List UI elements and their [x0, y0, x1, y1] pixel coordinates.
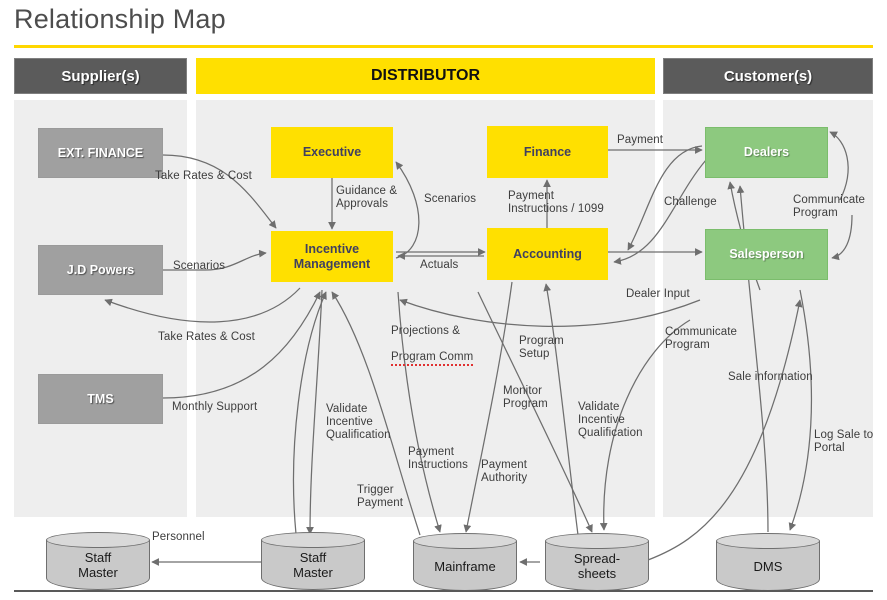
edge-label-monthly-support: Monthly Support	[172, 401, 258, 413]
node-tms[interactable]: TMS	[38, 374, 163, 424]
edge-label-payment-instructions-1099: Payment Instructions / 1099	[508, 190, 604, 215]
node-salesperson-label: Salesperson	[729, 247, 804, 262]
edge-label-communicate-program-top: Communicate Program	[793, 194, 866, 219]
column-header-supplier-label: Supplier(s)	[61, 67, 140, 85]
edge-label-projections-line2: Program Comm	[391, 351, 474, 366]
edge-label-payment-authority: Payment Authority	[481, 459, 528, 484]
datastore-mainframe-label: Mainframe	[434, 558, 496, 574]
node-accounting-label: Accounting	[513, 246, 582, 261]
node-dealers-label: Dealers	[743, 145, 790, 160]
edge-label-scenarios-exec: Scenarios	[424, 193, 477, 205]
node-dealers[interactable]: Dealers	[705, 127, 828, 178]
edge-label-challenge: Challenge	[664, 196, 717, 208]
datastore-dms-label: DMS	[753, 558, 783, 574]
edge-label-projections-line1: Projections &	[391, 324, 461, 337]
edge-label-take-rates-cost-bottom: Take Rates & Cost	[158, 331, 255, 343]
column-header-distributor: DISTRIBUTOR	[196, 58, 655, 94]
edge-label-projections-program-comm: Projections & Program Comm	[391, 312, 474, 366]
datastore-staff-master-left-label: Staff Master	[78, 550, 118, 580]
column-header-customer: Customer(s)	[663, 58, 873, 94]
edge-label-sale-information: Sale information	[728, 371, 813, 383]
datastore-staff-master-left[interactable]: Staff Master	[46, 532, 150, 590]
bottom-rule	[14, 590, 873, 592]
edge-label-trigger-payment: Trigger Payment	[357, 484, 404, 509]
datastore-spreadsheets-label: Spread- sheets	[573, 551, 621, 581]
node-incentive-management[interactable]: Incentive Management	[271, 231, 393, 282]
node-jd-powers-label: J.D Powers	[66, 262, 135, 277]
datastore-dms[interactable]: DMS	[716, 533, 820, 591]
datastore-spreadsheets[interactable]: Spread- sheets	[545, 533, 649, 591]
column-header-customer-label: Customer(s)	[723, 67, 813, 85]
node-salesperson[interactable]: Salesperson	[705, 229, 828, 280]
edge-label-dealer-input: Dealer Input	[626, 288, 690, 300]
column-header-distributor-label: DISTRIBUTOR	[370, 67, 481, 84]
edge-label-payment: Payment	[617, 134, 664, 146]
edge-label-scenarios-jd: Scenarios	[173, 260, 226, 272]
edge-label-log-sale-to-portal: Log Sale to Portal	[814, 429, 874, 454]
edge-label-program-setup: Program Setup	[519, 335, 564, 360]
node-ext-finance[interactable]: EXT. FINANCE	[38, 128, 163, 178]
column-header-supplier: Supplier(s)	[14, 58, 187, 94]
datastore-staff-master-mid[interactable]: Staff Master	[261, 532, 365, 590]
edge-label-validate-incentive-left: Validate Incentive Qualification	[326, 403, 391, 441]
node-executive-label: Executive	[302, 145, 362, 160]
node-finance-label: Finance	[523, 144, 572, 159]
node-ext-finance-label: EXT. FINANCE	[57, 145, 144, 160]
node-executive[interactable]: Executive	[271, 127, 393, 178]
node-finance[interactable]: Finance	[487, 126, 608, 178]
page-title: Relationship Map	[14, 4, 226, 34]
relationship-map-canvas: Relationship Map Supplier(s) DISTRIBUTOR…	[0, 0, 887, 600]
edge-label-validate-incentive-right: Validate Incentive Qualification	[578, 401, 643, 439]
datastore-staff-master-mid-label: Staff Master	[293, 550, 333, 580]
title-underline-rule	[14, 45, 873, 48]
edge-label-monitor-program: Monitor Program	[503, 385, 548, 410]
node-accounting[interactable]: Accounting	[487, 228, 608, 280]
edge-label-guidance-approvals: Guidance & Approvals	[336, 185, 398, 210]
edge-label-actuals: Actuals	[420, 259, 459, 271]
node-jd-powers[interactable]: J.D Powers	[38, 245, 163, 295]
edge-label-payment-instructions-datastore: Payment Instructions	[408, 446, 469, 471]
datastore-mainframe[interactable]: Mainframe	[413, 533, 517, 591]
edge-label-take-rates-cost-top: Take Rates & Cost	[155, 170, 252, 182]
node-incentive-management-label: Incentive Management	[293, 242, 371, 271]
node-tms-label: TMS	[87, 391, 114, 406]
edge-label-personnel: Personnel	[152, 531, 205, 543]
edge-label-communicate-program-mid: Communicate Program	[665, 326, 738, 351]
